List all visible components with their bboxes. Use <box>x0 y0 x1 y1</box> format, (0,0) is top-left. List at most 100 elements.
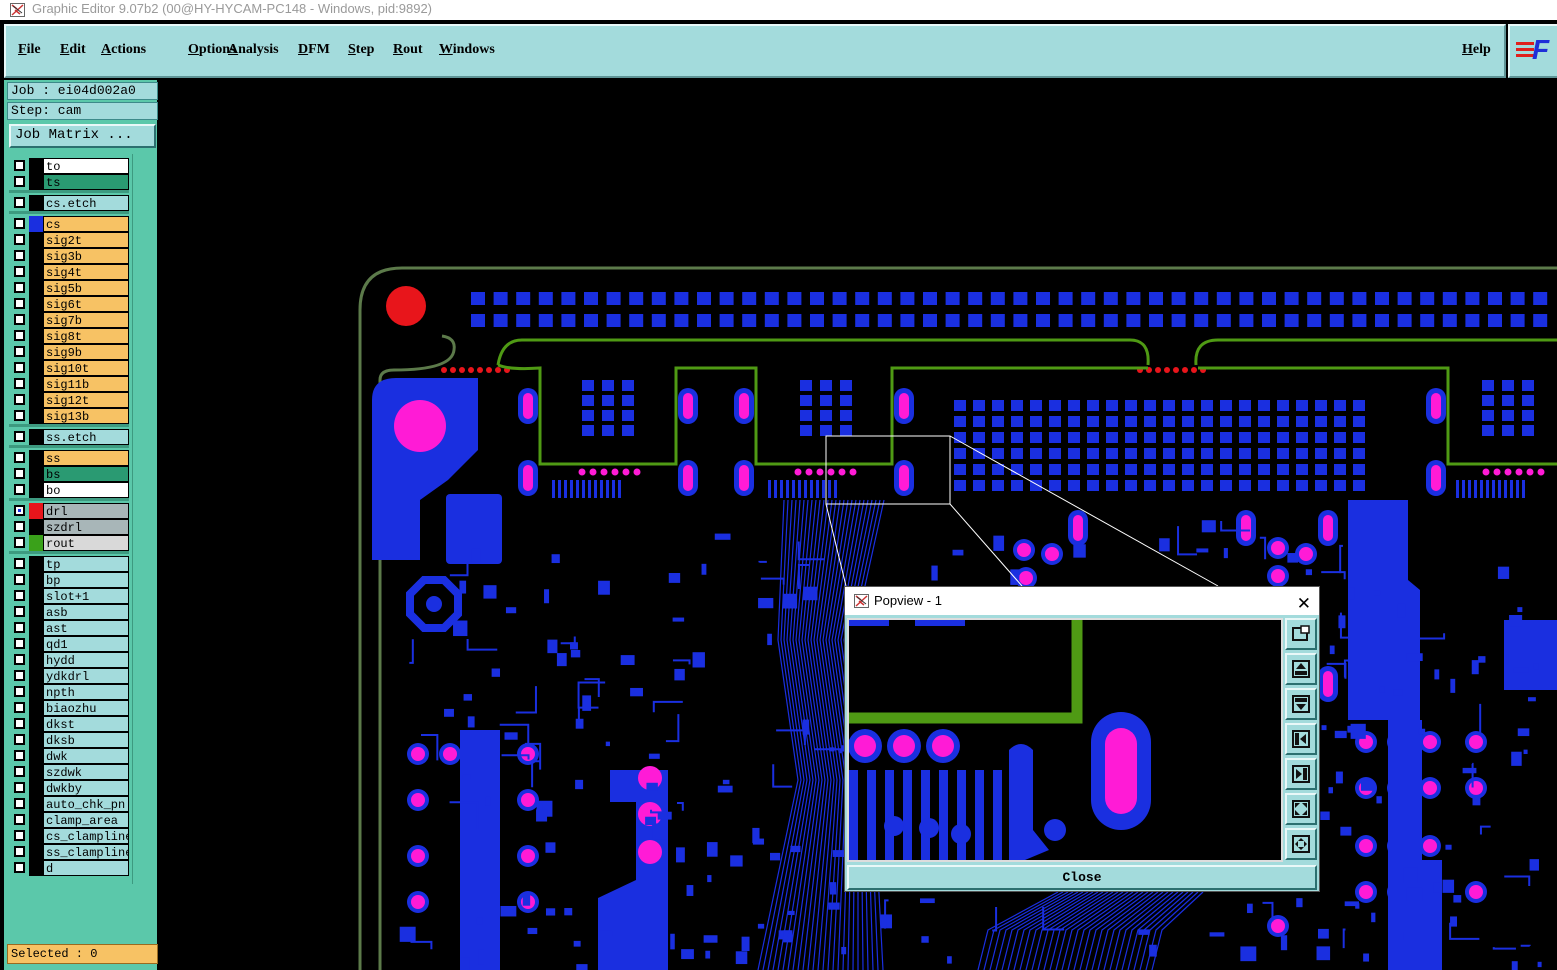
layer-row-ydkdrl[interactable]: ydkdrl <box>9 668 129 684</box>
layer-name[interactable]: sig4t <box>43 264 129 280</box>
layer-row-d[interactable]: d <box>9 860 129 876</box>
layer-color-swatch[interactable] <box>29 216 43 232</box>
layer-name[interactable]: drl <box>43 503 129 519</box>
layer-name[interactable]: npth <box>43 684 129 700</box>
layer-name[interactable]: sig8t <box>43 328 129 344</box>
layer-color-swatch[interactable] <box>29 684 43 700</box>
layer-checkbox[interactable] <box>14 750 25 761</box>
layer-name[interactable]: bs <box>43 466 129 482</box>
menu-help[interactable]: Help <box>1462 42 1491 58</box>
pan-left-button[interactable] <box>1285 723 1317 755</box>
layer-name[interactable]: sig6t <box>43 296 129 312</box>
layer-color-swatch[interactable] <box>29 796 43 812</box>
layer-color-swatch[interactable] <box>29 764 43 780</box>
layer-color-swatch[interactable] <box>29 572 43 588</box>
layer-checkbox[interactable] <box>14 638 25 649</box>
fit-button[interactable] <box>1285 618 1317 650</box>
layer-color-swatch[interactable] <box>29 748 43 764</box>
layer-color-swatch[interactable] <box>29 450 43 466</box>
layer-color-swatch[interactable] <box>29 312 43 328</box>
layer-name[interactable]: ss.etch <box>43 429 129 445</box>
layer-row-ast[interactable]: ast <box>9 620 129 636</box>
layer-name[interactable]: d <box>43 860 129 876</box>
layer-row-sig10t[interactable]: sig10t <box>9 360 129 376</box>
pan-right-button[interactable] <box>1285 758 1317 790</box>
layer-row-cs-etch[interactable]: cs.etch <box>9 195 129 211</box>
layer-row-drl[interactable]: drl <box>9 503 129 519</box>
layer-name[interactable]: ts <box>43 174 129 190</box>
layer-color-swatch[interactable] <box>29 392 43 408</box>
layer-checkbox[interactable] <box>14 654 25 665</box>
layer-row-bs[interactable]: bs <box>9 466 129 482</box>
layer-checkbox[interactable] <box>14 622 25 633</box>
layer-row-ts[interactable]: ts <box>9 174 129 190</box>
layer-row-rout[interactable]: rout <box>9 535 129 551</box>
layer-name[interactable]: dkst <box>43 716 129 732</box>
layer-row-bp[interactable]: bp <box>9 572 129 588</box>
layer-row-auto-chk-pn[interactable]: auto_chk_pn <box>9 796 129 812</box>
layer-name[interactable]: tp <box>43 556 129 572</box>
layer-color-swatch[interactable] <box>29 588 43 604</box>
layer-checkbox[interactable] <box>14 330 25 341</box>
layer-row-to[interactable]: to <box>9 158 129 174</box>
layer-row-tp[interactable]: tp <box>9 556 129 572</box>
layer-checkbox[interactable] <box>14 468 25 479</box>
layer-row-ss-clampline[interactable]: ss_clampline <box>9 844 129 860</box>
layer-color-swatch[interactable] <box>29 780 43 796</box>
layer-color-swatch[interactable] <box>29 376 43 392</box>
layer-checkbox[interactable] <box>14 431 25 442</box>
layer-checkbox[interactable] <box>14 798 25 809</box>
layer-name[interactable]: dwk <box>43 748 129 764</box>
layer-checkbox[interactable] <box>14 574 25 585</box>
layer-color-swatch[interactable] <box>29 844 43 860</box>
layer-row-ss[interactable]: ss <box>9 450 129 466</box>
layer-name[interactable]: cs_clampline <box>43 828 129 844</box>
layer-name[interactable]: asb <box>43 604 129 620</box>
layer-name[interactable]: sig10t <box>43 360 129 376</box>
layer-checkbox[interactable] <box>14 250 25 261</box>
layer-checkbox[interactable] <box>14 218 25 229</box>
layer-checkbox[interactable] <box>14 234 25 245</box>
layer-checkbox[interactable] <box>14 558 25 569</box>
layer-color-swatch[interactable] <box>29 700 43 716</box>
layer-checkbox[interactable] <box>14 590 25 601</box>
layer-name[interactable]: biaozhu <box>43 700 129 716</box>
layer-name[interactable]: szdrl <box>43 519 129 535</box>
layer-row-asb[interactable]: asb <box>9 604 129 620</box>
layer-name[interactable]: to <box>43 158 129 174</box>
layer-row-sig9b[interactable]: sig9b <box>9 344 129 360</box>
layer-row-sig3b[interactable]: sig3b <box>9 248 129 264</box>
layer-name[interactable]: slot+1 <box>43 588 129 604</box>
layer-name[interactable]: qd1 <box>43 636 129 652</box>
layer-name[interactable]: ss_clampline <box>43 844 129 860</box>
menu-windows[interactable]: Windows <box>439 42 495 58</box>
layer-name[interactable]: dwkby <box>43 780 129 796</box>
layer-name[interactable]: sig2t <box>43 232 129 248</box>
layer-checkbox[interactable] <box>14 670 25 681</box>
layer-checkbox[interactable] <box>14 394 25 405</box>
layer-row-dksb[interactable]: dksb <box>9 732 129 748</box>
layer-color-swatch[interactable] <box>29 668 43 684</box>
layer-row-szdwk[interactable]: szdwk <box>9 764 129 780</box>
layer-name[interactable]: sig5b <box>43 280 129 296</box>
menu-rout[interactable]: Rout <box>393 42 423 58</box>
layer-name[interactable]: bo <box>43 482 129 498</box>
layer-name[interactable]: sig13b <box>43 408 129 424</box>
layer-row-slot-1[interactable]: slot+1 <box>9 588 129 604</box>
layer-row-sig6t[interactable]: sig6t <box>9 296 129 312</box>
layer-name[interactable]: sig11b <box>43 376 129 392</box>
layer-color-swatch[interactable] <box>29 828 43 844</box>
layer-name[interactable]: auto_chk_pn <box>43 796 129 812</box>
layer-color-swatch[interactable] <box>29 732 43 748</box>
layer-color-swatch[interactable] <box>29 158 43 174</box>
layer-row-sig4t[interactable]: sig4t <box>9 264 129 280</box>
menu-dfm[interactable]: DFM <box>298 42 330 58</box>
zoom-out-button[interactable] <box>1285 688 1317 720</box>
layer-name[interactable]: cs.etch <box>43 195 129 211</box>
layer-color-swatch[interactable] <box>29 232 43 248</box>
menu-analysis[interactable]: Analysis <box>228 42 279 58</box>
layer-row-sig12t[interactable]: sig12t <box>9 392 129 408</box>
layer-row-clamp-area[interactable]: clamp_area <box>9 812 129 828</box>
layer-name[interactable]: dksb <box>43 732 129 748</box>
layer-checkbox[interactable] <box>14 346 25 357</box>
